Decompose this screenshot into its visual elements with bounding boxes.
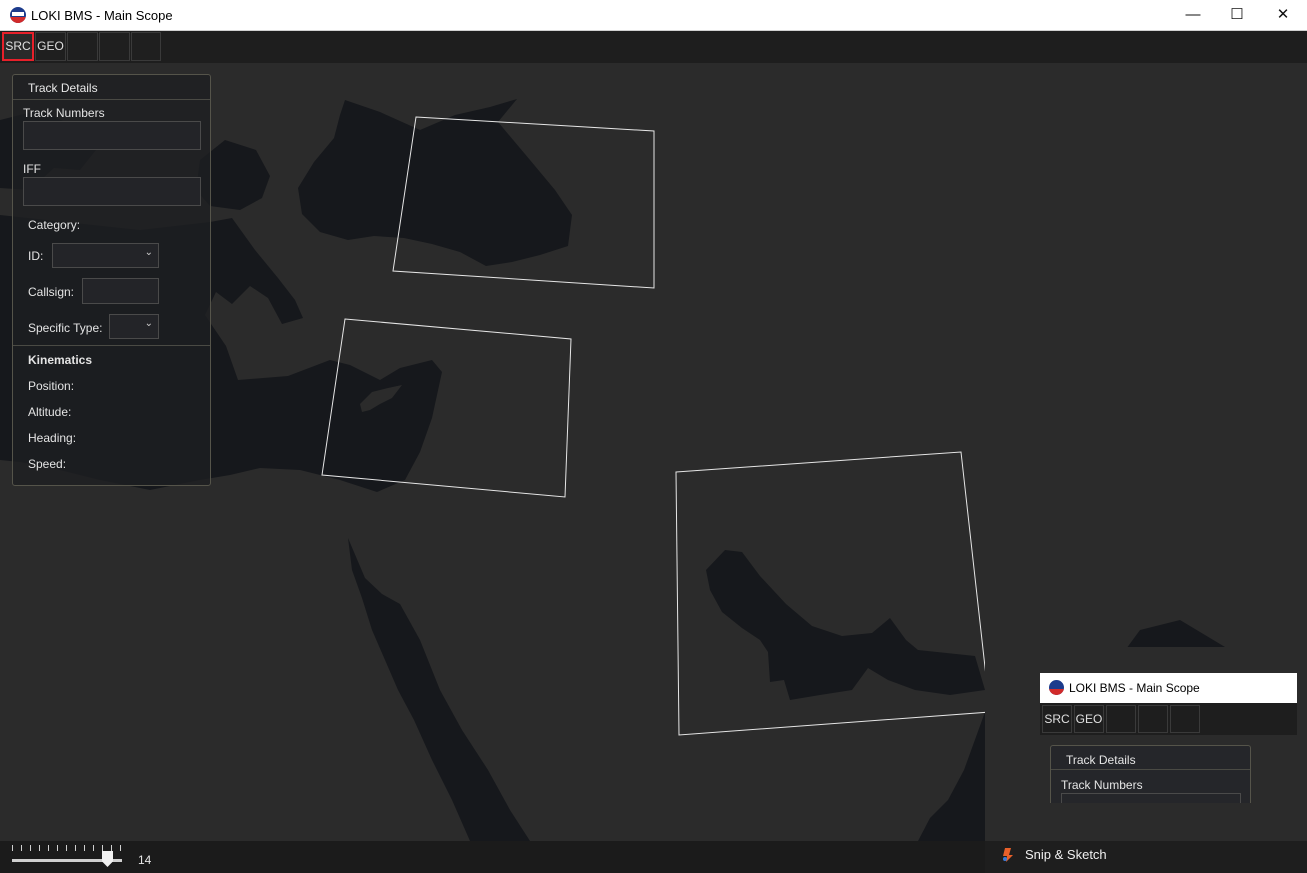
id-select[interactable]: ⌄ bbox=[52, 243, 159, 268]
snip-notification-bar[interactable]: Snip & Sketch bbox=[985, 841, 1307, 873]
snip-toolbar-button-5 bbox=[1170, 705, 1200, 733]
category-label: Category: bbox=[28, 218, 81, 232]
snip-panel-header: Track Details bbox=[1066, 753, 1136, 767]
snip-toolbar-button-3 bbox=[1106, 705, 1136, 733]
specific-type-label: Specific Type: bbox=[28, 321, 103, 335]
track-details-title: Track Details bbox=[28, 81, 98, 95]
snip-notification-text: Snip & Sketch bbox=[1025, 847, 1107, 862]
snip-toolbar-button-4 bbox=[1138, 705, 1168, 733]
snip-geo-button: GEO bbox=[1074, 705, 1104, 733]
panel-divider bbox=[13, 345, 210, 346]
chevron-down-icon: ⌄ bbox=[144, 247, 153, 258]
zoom-slider-ticks bbox=[12, 845, 122, 851]
snip-sketch-icon bbox=[1003, 848, 1013, 862]
snip-preview-panel: Track Details Track Numbers bbox=[1050, 745, 1251, 803]
toolbar-button-5[interactable] bbox=[131, 32, 161, 61]
toolbar: SRC GEO bbox=[0, 31, 1307, 63]
geo-button[interactable]: GEO bbox=[35, 32, 66, 61]
snip-preview-toolbar: SRC GEO bbox=[1040, 703, 1297, 735]
app-logo-icon bbox=[1049, 680, 1064, 695]
snip-panel-divider bbox=[1051, 769, 1250, 770]
chevron-down-icon: ⌄ bbox=[144, 318, 153, 329]
toolbar-button-3[interactable] bbox=[67, 32, 98, 61]
callsign-label: Callsign: bbox=[28, 285, 75, 299]
zoom-value: 14 bbox=[138, 853, 152, 867]
track-numbers-input[interactable] bbox=[23, 121, 201, 150]
heading-label: Heading: bbox=[28, 431, 77, 445]
minimize-button[interactable]: — bbox=[1170, 0, 1216, 30]
track-details-panel: Track Details Track Numbers IFF Category… bbox=[12, 74, 211, 486]
toolbar-button-4[interactable] bbox=[99, 32, 130, 61]
app-logo-icon bbox=[10, 7, 26, 23]
altitude-label: Altitude: bbox=[28, 405, 72, 419]
snip-src-button: SRC bbox=[1042, 705, 1072, 733]
speed-label: Speed: bbox=[28, 457, 67, 471]
maximize-button[interactable]: ☐ bbox=[1214, 0, 1260, 30]
snip-panel-label: Track Numbers bbox=[1061, 778, 1143, 792]
snip-preview-title: LOKI BMS - Main Scope bbox=[1069, 681, 1200, 695]
iff-label: IFF bbox=[23, 162, 41, 176]
callsign-input[interactable] bbox=[82, 278, 159, 304]
position-label: Position: bbox=[28, 379, 75, 393]
close-button[interactable]: ✕ bbox=[1260, 0, 1306, 30]
snip-panel-field bbox=[1061, 793, 1241, 803]
window-title: LOKI BMS - Main Scope bbox=[31, 8, 173, 23]
title-bar: LOKI BMS - Main Scope — ☐ ✕ bbox=[0, 0, 1307, 31]
track-details-header[interactable]: Track Details bbox=[13, 75, 210, 100]
track-numbers-label: Track Numbers bbox=[23, 106, 105, 120]
src-button[interactable]: SRC bbox=[2, 32, 34, 61]
specific-type-select[interactable]: ⌄ bbox=[109, 314, 159, 339]
kinematics-header: Kinematics bbox=[28, 353, 93, 367]
iff-input[interactable] bbox=[23, 177, 201, 206]
snip-preview-titlebar: LOKI BMS - Main Scope bbox=[1040, 673, 1297, 703]
id-label: ID: bbox=[28, 249, 44, 263]
